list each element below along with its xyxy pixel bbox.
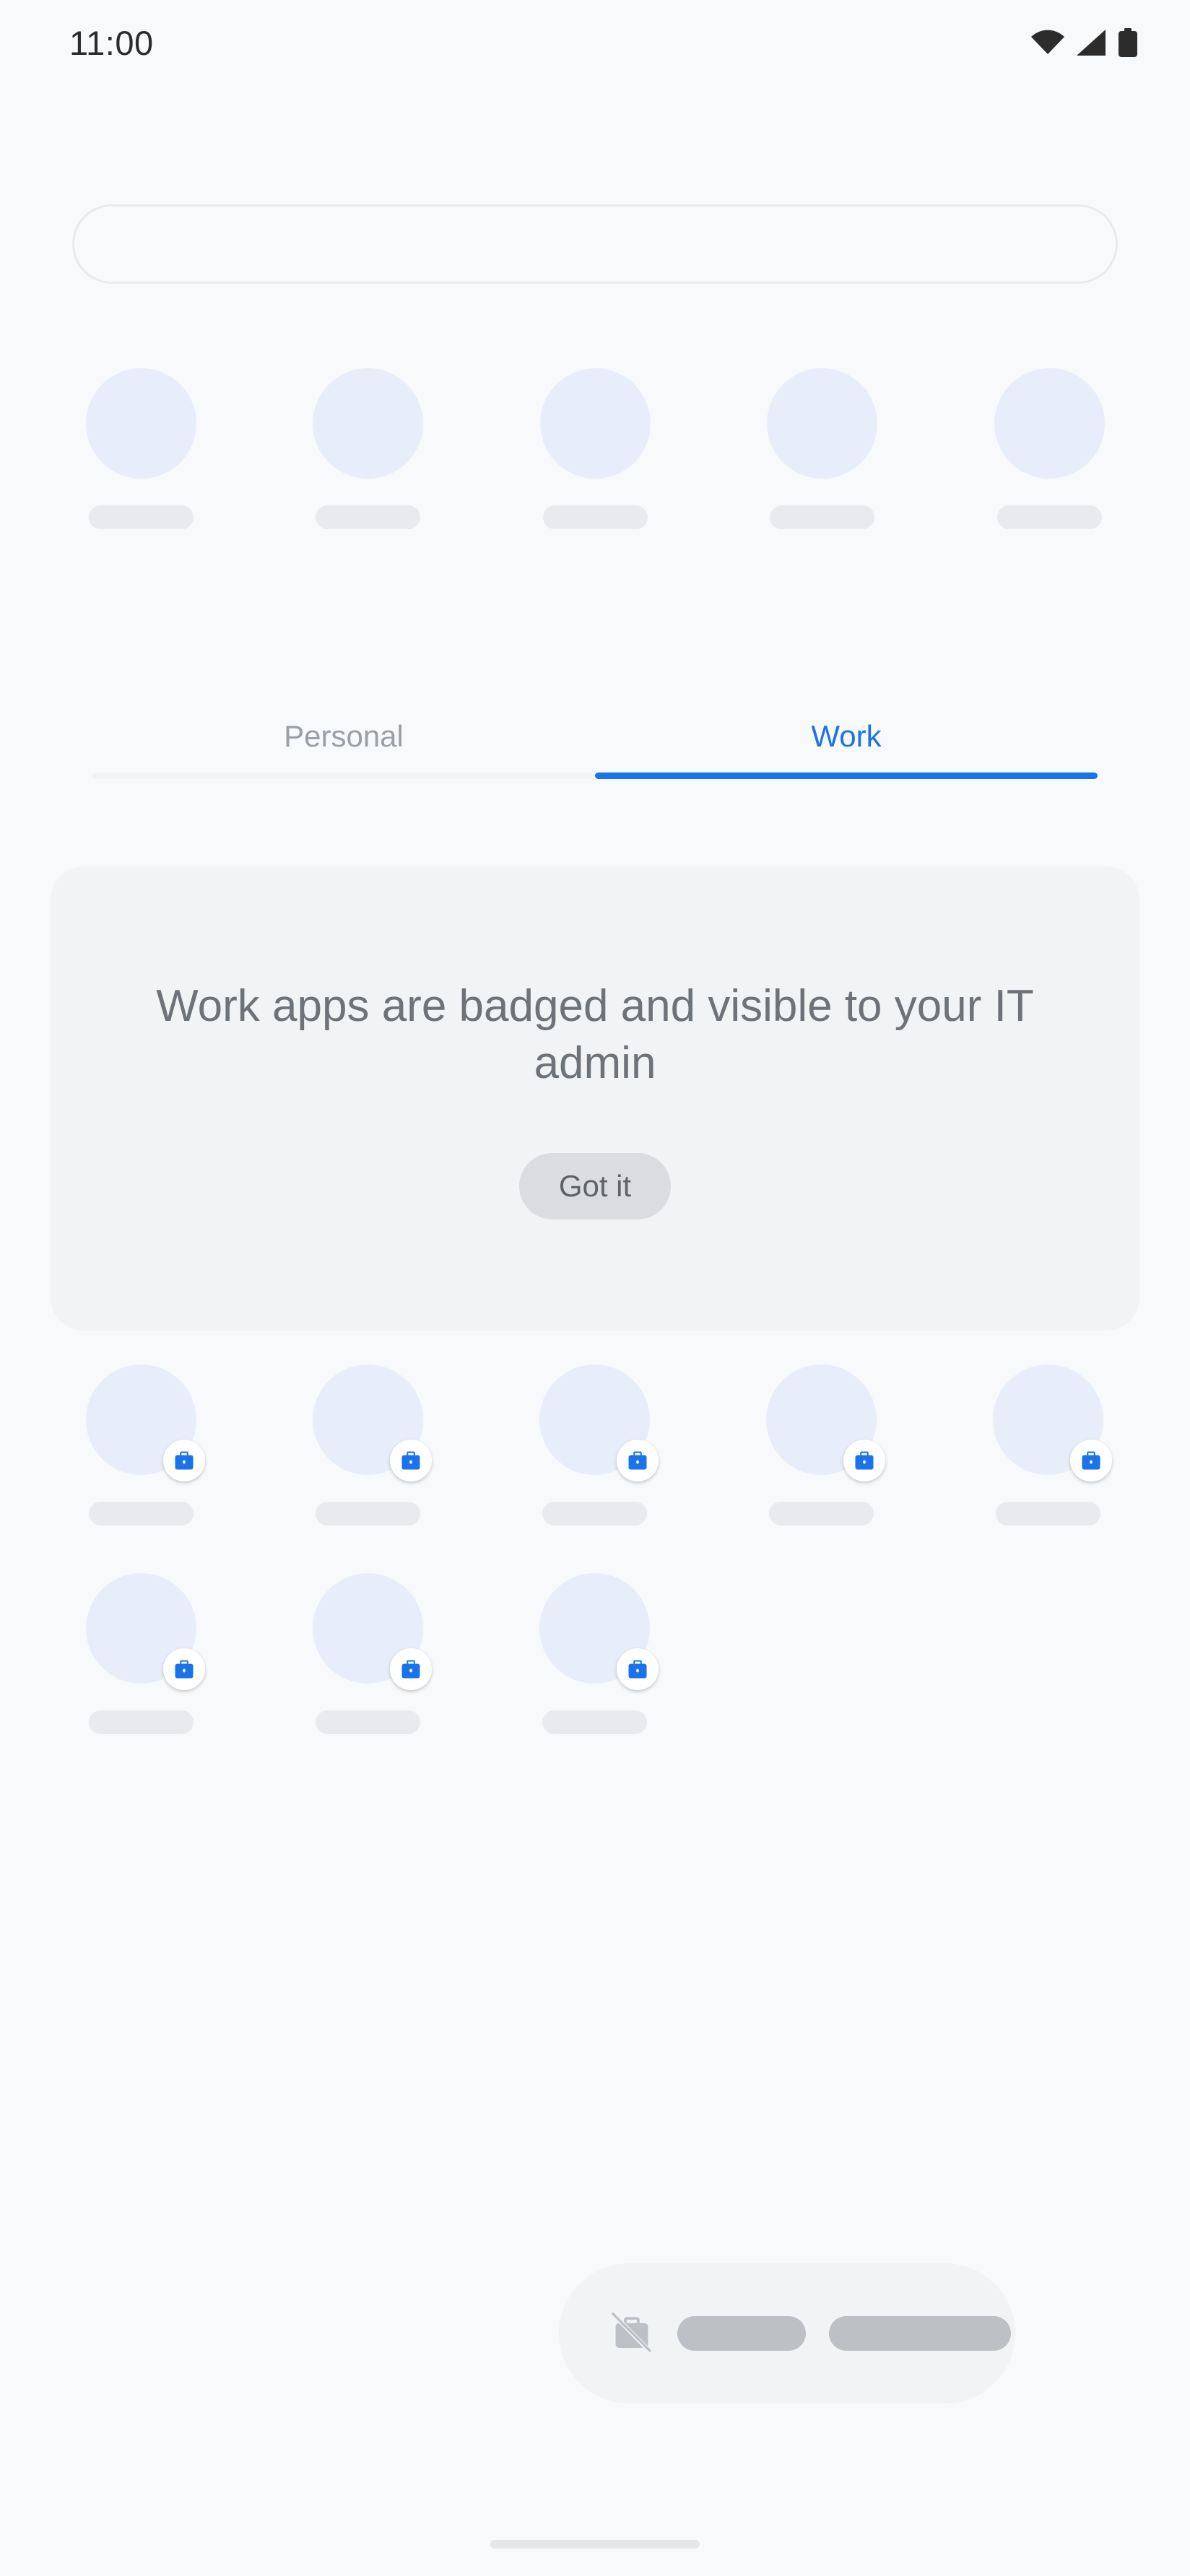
profile-tabs-row: Personal Work (92, 700, 1098, 773)
work-briefcase-badge-icon (616, 1648, 659, 1690)
app-label-placeholder (88, 1710, 194, 1734)
tab-indicator-track (92, 773, 1098, 779)
status-bar-clock: 11:00 (69, 23, 154, 62)
app-placeholder-5[interactable] (981, 368, 1118, 529)
tab-work[interactable]: Work (595, 700, 1098, 773)
app-icon-placeholder[interactable] (767, 368, 877, 479)
cell-signal-icon (1077, 30, 1106, 56)
info-card-title: Work apps are badged and visible to your… (156, 980, 1034, 1088)
work-briefcase-badge-icon (389, 1648, 432, 1690)
status-bar-icons (1031, 28, 1138, 57)
app-icon-wrap[interactable] (992, 1365, 1112, 1481)
app-label-placeholder (542, 1710, 647, 1734)
app-label-placeholder (542, 505, 648, 529)
work-toggle-label-placeholder-2 (829, 2316, 1011, 2351)
work-app-6[interactable] (72, 1573, 209, 1734)
app-placeholder-3[interactable] (526, 368, 664, 529)
work-profile-toggle-bar[interactable] (559, 2263, 1015, 2403)
app-placeholder-1[interactable] (72, 368, 209, 529)
app-placeholder-2[interactable] (300, 368, 437, 529)
app-icon-wrap[interactable] (313, 368, 423, 479)
app-icon-wrap[interactable] (539, 368, 651, 479)
app-icon-wrap[interactable] (85, 368, 196, 479)
app-label-placeholder (316, 505, 420, 529)
wifi-icon (1031, 30, 1064, 56)
work-profile-info-card: Work apps are badged and visible to your… (51, 866, 1139, 1331)
work-apps-row-2 (72, 1573, 1118, 1734)
app-icon-wrap[interactable] (994, 368, 1105, 479)
app-icon-placeholder[interactable] (539, 368, 651, 479)
profile-tabs: Personal Work (92, 700, 1098, 794)
app-icon-wrap[interactable] (312, 1573, 432, 1690)
phone-screen: 11:00 Personal Work Work apps are badged… (0, 0, 1190, 2576)
work-app-5[interactable] (979, 1365, 1116, 1526)
work-briefcase-badge-icon (616, 1440, 659, 1481)
app-icon-wrap[interactable] (539, 1573, 659, 1690)
app-label-placeholder (996, 505, 1102, 529)
app-icon-wrap[interactable] (539, 1365, 659, 1481)
app-icon-wrap[interactable] (85, 1365, 205, 1481)
work-profile-off-icon (609, 2311, 654, 2356)
tab-indicator-personal (92, 773, 595, 779)
app-label-placeholder (315, 1710, 420, 1734)
app-label-placeholder (770, 505, 874, 529)
predicted-apps-row (72, 368, 1118, 529)
battery-icon (1118, 28, 1138, 57)
work-app-2[interactable] (299, 1365, 436, 1526)
app-label-placeholder (88, 505, 194, 529)
work-apps-grid (72, 1365, 1118, 1734)
work-briefcase-badge-icon (1069, 1440, 1112, 1481)
app-icon-wrap[interactable] (765, 1365, 885, 1481)
status-bar: 11:00 (0, 0, 1190, 85)
home-gesture-bar[interactable] (490, 2540, 700, 2549)
work-briefcase-badge-icon (162, 1440, 205, 1481)
app-label-placeholder (995, 1502, 1100, 1526)
search-input[interactable] (109, 227, 1081, 261)
work-briefcase-badge-icon (389, 1440, 432, 1481)
app-icon-placeholder[interactable] (85, 368, 196, 479)
work-toggle-label-placeholder-1 (677, 2316, 806, 2351)
work-app-4[interactable] (752, 1365, 890, 1526)
app-icon-placeholder[interactable] (313, 368, 423, 479)
app-icon-placeholder[interactable] (994, 368, 1105, 479)
tab-personal[interactable]: Personal (92, 700, 595, 773)
got-it-button[interactable]: Got it (518, 1153, 672, 1220)
tab-indicator-work (595, 773, 1098, 779)
app-label-placeholder (542, 1502, 647, 1526)
work-apps-row-1 (72, 1365, 1118, 1526)
work-briefcase-badge-icon (162, 1648, 205, 1690)
search-bar[interactable] (72, 204, 1118, 284)
app-placeholder-4[interactable] (754, 368, 891, 529)
app-icon-wrap[interactable] (312, 1365, 432, 1481)
work-app-7[interactable] (299, 1573, 436, 1734)
work-app-3[interactable] (526, 1365, 663, 1526)
app-icon-wrap[interactable] (767, 368, 877, 479)
work-app-1[interactable] (72, 1365, 209, 1526)
app-icon-wrap[interactable] (85, 1573, 205, 1690)
work-app-8[interactable] (526, 1573, 663, 1734)
app-label-placeholder (315, 1502, 420, 1526)
app-label-placeholder (88, 1502, 194, 1526)
app-label-placeholder (768, 1502, 874, 1526)
work-briefcase-badge-icon (843, 1440, 885, 1481)
